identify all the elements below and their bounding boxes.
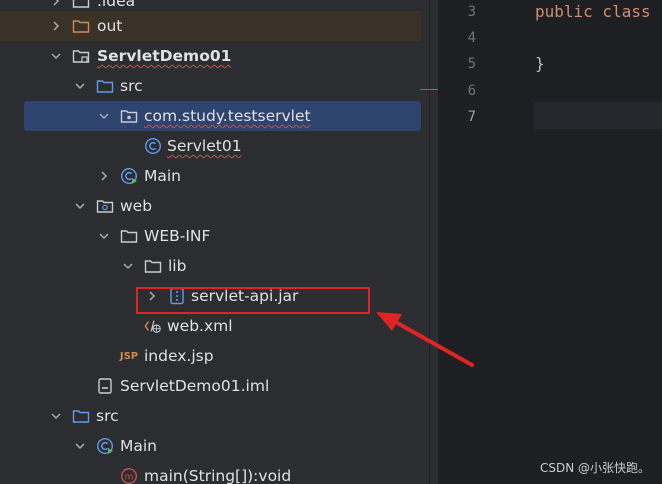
- folder-icon: [144, 257, 162, 275]
- tree-row-servlet01[interactable]: Servlet01: [0, 131, 421, 161]
- chevron-down-icon[interactable]: [73, 439, 87, 453]
- tree-row-label: Main: [144, 167, 182, 185]
- chevron-right-icon[interactable]: [49, 19, 63, 33]
- tree-row-label: src: [120, 77, 143, 95]
- line-number: 3: [467, 4, 476, 20]
- tree-row-label: lib: [168, 257, 187, 275]
- web-folder-icon: [96, 197, 114, 215]
- tree-row-src-root[interactable]: src: [0, 401, 421, 431]
- xml-file-icon: [144, 317, 162, 335]
- chevron-down-icon[interactable]: [97, 229, 111, 243]
- line-number: 5: [467, 56, 476, 72]
- class-icon: [144, 137, 162, 155]
- tree-row-label: index.jsp: [144, 347, 214, 365]
- tree-row-package[interactable]: com.study.testservlet: [24, 101, 421, 131]
- folder-icon: [72, 17, 90, 35]
- tree-row-label: src: [96, 407, 119, 425]
- tree-row-label: web.xml: [167, 317, 233, 335]
- line-number: 6: [467, 83, 476, 99]
- jsp-file-icon: JSP: [119, 350, 139, 362]
- source-folder-icon: [72, 407, 90, 425]
- error-gutter-mark: [420, 89, 438, 90]
- line-number: 7: [467, 109, 476, 125]
- tree-row-index-jsp[interactable]: JSP index.jsp: [0, 341, 421, 371]
- tree-row-label: Servlet01: [167, 137, 242, 155]
- tree-row-label: out: [97, 17, 123, 35]
- annotation-highlight-box: [136, 287, 370, 314]
- chevron-down-icon[interactable]: [97, 109, 111, 123]
- tree-row-main-method[interactable]: m main(String[]):void: [0, 461, 421, 484]
- tree-row-src[interactable]: src: [0, 71, 421, 101]
- tree-row-label: com.study.testservlet: [144, 107, 311, 125]
- tree-row-label: ServletDemo01.iml: [120, 377, 270, 395]
- tree-row-label: main(String[]):void: [144, 467, 292, 484]
- chevron-down-icon[interactable]: [49, 409, 63, 423]
- folder-icon: [120, 227, 138, 245]
- tree-row-web[interactable]: web: [0, 191, 421, 221]
- chevron-down-icon[interactable]: [49, 49, 63, 63]
- tree-row-label: web: [120, 197, 153, 215]
- tree-row-iml[interactable]: ServletDemo01.iml: [0, 371, 421, 401]
- tree-row-label: WEB-INF: [144, 227, 211, 245]
- main-class-icon: [96, 437, 114, 455]
- folder-icon: [72, 0, 90, 10]
- code-editor[interactable]: 3 public class 4 5 } 6 7: [438, 0, 662, 484]
- chevron-down-icon[interactable]: [73, 199, 87, 213]
- code-line: }: [535, 54, 545, 73]
- method-icon: m: [120, 467, 138, 484]
- tree-row-label: Main: [120, 437, 158, 455]
- source-folder-icon: [96, 77, 114, 95]
- tree-row-web-inf[interactable]: WEB-INF: [0, 221, 421, 251]
- package-icon: [120, 107, 138, 125]
- chevron-right-icon[interactable]: [49, 0, 63, 8]
- tree-row-main[interactable]: Main: [0, 161, 421, 191]
- watermark: CSDN @小张快跑。: [539, 461, 650, 475]
- chevron-down-icon[interactable]: [73, 79, 87, 93]
- chevron-down-icon[interactable]: [121, 259, 135, 273]
- iml-file-icon: [96, 377, 114, 395]
- module-folder-icon: [72, 47, 90, 65]
- main-class-icon: [120, 167, 138, 185]
- tree-row-label: ServletDemo01: [97, 47, 232, 65]
- project-tree-panel: .idea out ServletDemo01 src com.study.te…: [0, 0, 429, 484]
- svg-text:m: m: [125, 473, 134, 483]
- current-line-highlight: [534, 102, 662, 129]
- tree-row-servletdemo01[interactable]: ServletDemo01: [0, 41, 421, 71]
- tree-row-main-root[interactable]: Main: [0, 431, 421, 461]
- tree-row-web-xml[interactable]: web.xml: [0, 311, 421, 341]
- tree-row-lib[interactable]: lib: [0, 251, 421, 281]
- code-line: public class: [535, 2, 651, 21]
- chevron-right-icon[interactable]: [97, 169, 111, 183]
- tree-row-out[interactable]: out: [0, 11, 421, 41]
- line-number: 4: [467, 30, 476, 46]
